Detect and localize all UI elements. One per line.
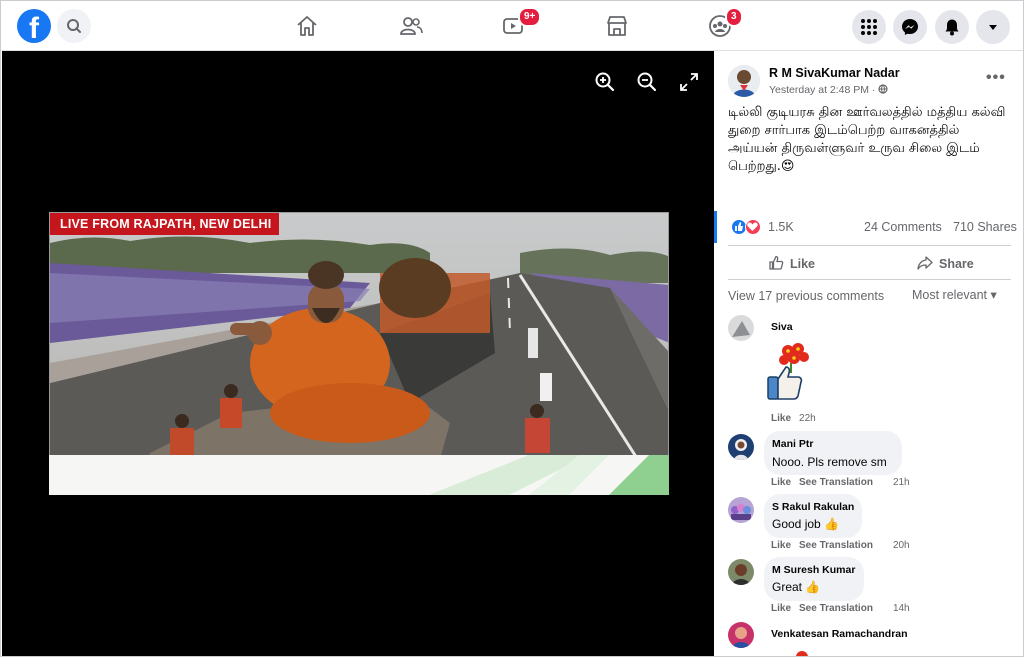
comment-text: Nooo. Pls remove sm bbox=[772, 455, 887, 469]
notifications-button[interactable] bbox=[935, 10, 969, 44]
messenger-icon bbox=[902, 19, 918, 35]
comment-bubble: S Rakul Rakulan Good job 👍 bbox=[764, 494, 862, 538]
divider bbox=[728, 245, 1011, 246]
live-banner: LIVE FROM RAJPATH, NEW DELHI bbox=[50, 213, 280, 235]
comment-like-link[interactable]: Like bbox=[771, 413, 791, 424]
friends-icon[interactable] bbox=[398, 13, 424, 39]
commenter-name[interactable]: Siva bbox=[771, 321, 793, 333]
account-button[interactable] bbox=[976, 10, 1010, 44]
menu-button[interactable] bbox=[852, 10, 886, 44]
fullscreen-icon[interactable] bbox=[678, 71, 700, 93]
comment-bubble: Mani Ptr Nooo. Pls remove sm bbox=[764, 431, 902, 475]
more-dots-icon: ••• bbox=[986, 69, 1006, 86]
flower-thumbs-up-sticker bbox=[767, 343, 809, 400]
zoom-out-icon[interactable] bbox=[636, 71, 658, 93]
top-navigation-bar: f 9+ 3 bbox=[1, 1, 1023, 51]
comment-text: Good job 👍 bbox=[772, 517, 839, 531]
partial-sticker bbox=[796, 651, 808, 656]
share-arrow-icon bbox=[917, 256, 933, 270]
video-lower-strip bbox=[49, 455, 669, 495]
commenter-avatar[interactable] bbox=[728, 559, 754, 585]
search-icon bbox=[67, 19, 81, 33]
see-translation-link[interactable]: See Translation bbox=[799, 477, 873, 488]
comment-text: Great 👍 bbox=[772, 580, 821, 594]
post-text: டில்லி குடியரசு தின ஊர்வலத்தில் மத்திய க… bbox=[728, 105, 1006, 174]
parade-scene-image bbox=[50, 213, 668, 493]
commenter-name[interactable]: Mani Ptr bbox=[772, 438, 813, 450]
comment-sort-dropdown[interactable]: Most relevant ▾ bbox=[912, 287, 997, 302]
watch-badge: 9+ bbox=[518, 7, 542, 27]
comment-actions: Like See Translation 20h bbox=[771, 540, 918, 551]
post-author[interactable]: R M SivaKumar Nadar bbox=[769, 66, 900, 80]
comment-timestamp[interactable]: 14h bbox=[893, 603, 910, 614]
comment-timestamp[interactable]: 21h bbox=[893, 477, 910, 488]
comment-count[interactable]: 24 Comments bbox=[864, 220, 942, 234]
facebook-logo[interactable]: f bbox=[17, 9, 51, 43]
share-button[interactable]: Share bbox=[917, 255, 974, 271]
comment-actions: Like 22h bbox=[771, 413, 824, 424]
reaction-stats-bar: 1.5K 24 Comments 710 Shares bbox=[714, 211, 1023, 243]
author-avatar[interactable] bbox=[728, 65, 760, 97]
parade-video-frame[interactable]: LIVE FROM RAJPATH, NEW DELHI bbox=[49, 212, 669, 494]
comment-like-link[interactable]: Like bbox=[771, 477, 791, 488]
grid-menu-icon bbox=[861, 19, 877, 35]
comment-timestamp[interactable]: 22h bbox=[799, 413, 816, 424]
groups-badge: 3 bbox=[725, 7, 743, 27]
reaction-count[interactable]: 1.5K bbox=[768, 220, 794, 234]
comment-timestamp[interactable]: 20h bbox=[893, 540, 910, 551]
search-button[interactable] bbox=[57, 9, 91, 43]
view-previous-comments-link[interactable]: View 17 previous comments bbox=[728, 289, 884, 303]
green-stripe-graphic bbox=[429, 455, 669, 495]
love-reaction-icon bbox=[745, 219, 761, 235]
comment-like-link[interactable]: Like bbox=[771, 540, 791, 551]
marketplace-icon[interactable] bbox=[604, 13, 630, 39]
divider bbox=[728, 279, 1011, 280]
home-icon[interactable] bbox=[294, 13, 320, 39]
commenter-name[interactable]: M Suresh Kumar bbox=[772, 564, 855, 576]
comment-actions: Like See Translation 14h bbox=[771, 603, 918, 614]
post-details-panel: R M SivaKumar Nadar Yesterday at 2:48 PM… bbox=[714, 51, 1023, 656]
chevron-down-icon bbox=[989, 25, 997, 30]
commenter-avatar[interactable] bbox=[728, 497, 754, 523]
thumbs-up-icon bbox=[769, 255, 784, 270]
commenter-avatar[interactable] bbox=[728, 434, 754, 460]
post-timestamp[interactable]: Yesterday at 2:48 PM · bbox=[769, 84, 888, 96]
commenter-name[interactable]: Venkatesan Ramachandran bbox=[771, 628, 908, 640]
like-button[interactable]: Like bbox=[768, 255, 815, 271]
bell-icon bbox=[945, 19, 959, 36]
zoom-in-icon[interactable] bbox=[594, 71, 616, 93]
commenter-name[interactable]: S Rakul Rakulan bbox=[772, 501, 854, 513]
comment-actions: Like See Translation 21h bbox=[771, 477, 918, 488]
see-translation-link[interactable]: See Translation bbox=[799, 603, 873, 614]
messenger-button[interactable] bbox=[893, 10, 927, 44]
commenter-avatar[interactable] bbox=[728, 622, 754, 648]
share-count[interactable]: 710 Shares bbox=[953, 220, 1017, 234]
post-options-button[interactable]: ••• bbox=[986, 69, 1006, 87]
comment-like-link[interactable]: Like bbox=[771, 603, 791, 614]
comment-bubble: M Suresh Kumar Great 👍 bbox=[764, 557, 864, 601]
globe-icon bbox=[878, 84, 888, 94]
see-translation-link[interactable]: See Translation bbox=[799, 540, 873, 551]
facebook-photo-viewer: f 9+ 3 LIVE FROM RAJPATH, NEW DELHI R M … bbox=[0, 0, 1024, 657]
commenter-avatar[interactable] bbox=[728, 315, 754, 341]
media-viewer: LIVE FROM RAJPATH, NEW DELHI bbox=[2, 51, 714, 656]
